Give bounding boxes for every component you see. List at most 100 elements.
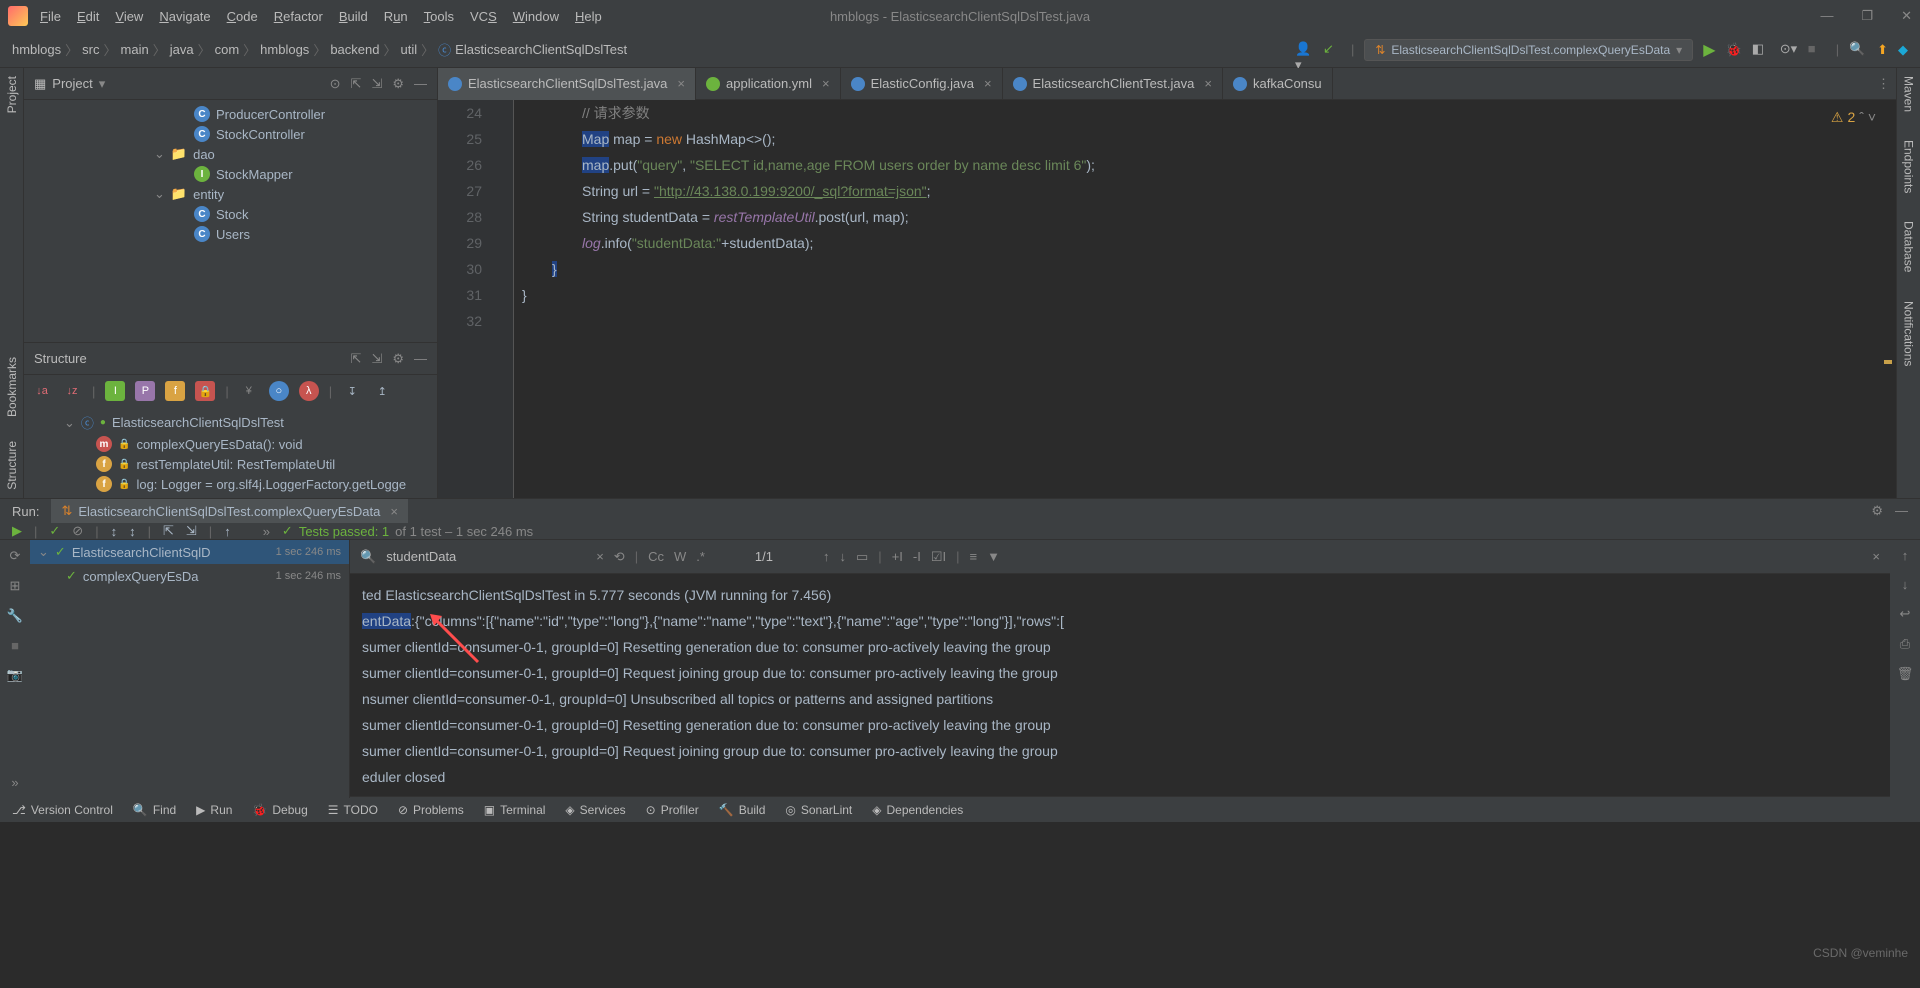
close-icon[interactable]: ✕ — [1901, 8, 1912, 24]
gear-icon[interactable]: ⚙ — [392, 76, 404, 92]
history-icon[interactable]: ⟲ — [614, 549, 625, 565]
collapse-all-icon[interactable]: ⇲ — [371, 76, 382, 92]
close-search-icon[interactable]: × — [1872, 549, 1880, 564]
menu-file[interactable]: File — [40, 9, 61, 24]
check-icon[interactable]: ✓ — [49, 523, 60, 539]
menu-refactor[interactable]: Refactor — [274, 9, 323, 24]
bc-8[interactable]: ElasticsearchClientSqlDslTest — [455, 42, 627, 57]
rail-bookmarks[interactable]: Bookmarks — [5, 357, 19, 417]
run-tab[interactable]: ⇅ElasticsearchClientSqlDslTest.complexQu… — [51, 499, 408, 523]
regex-icon[interactable]: .* — [696, 549, 705, 564]
rail-database[interactable]: Database — [1902, 221, 1916, 272]
sort-vis-icon[interactable]: ↓z — [62, 381, 82, 401]
bc-1[interactable]: src — [82, 42, 99, 57]
rail-notifications[interactable]: Notifications — [1902, 301, 1916, 366]
add-sel-icon[interactable]: +I — [892, 549, 903, 564]
tab-1[interactable]: application.yml× — [696, 68, 841, 100]
status-deps[interactable]: ◈ Dependencies — [872, 803, 963, 817]
menu-run[interactable]: Run — [384, 9, 408, 24]
tab-2[interactable]: ElasticConfig.java× — [841, 68, 1003, 100]
code-editor[interactable]: 242526 272829 303132 ⚠ 2 ˆ ˅ // 请求参数 Map… — [438, 100, 1896, 498]
test-tree[interactable]: ⌄✓ElasticsearchClientSqlD1 sec 246 ms ✓c… — [30, 540, 350, 798]
menu-navigate[interactable]: Navigate — [159, 9, 210, 24]
tab-0[interactable]: ElasticsearchClientSqlDslTest.java× — [438, 68, 696, 100]
hide-icon[interactable]: — — [414, 351, 427, 367]
debug-button[interactable]: 🐞 — [1726, 42, 1742, 58]
status-terminal[interactable]: ▣ Terminal — [484, 803, 546, 817]
expand-icon[interactable]: ⇱ — [163, 523, 174, 539]
sort-icon[interactable]: ↕ — [111, 524, 118, 539]
status-services[interactable]: ◈ Services — [565, 803, 625, 817]
hide-icon[interactable]: — — [414, 76, 427, 92]
menu-code[interactable]: Code — [227, 9, 258, 24]
clear-icon[interactable]: 🗑 — [1897, 666, 1914, 682]
bc-6[interactable]: backend — [330, 42, 379, 57]
coverage-icon[interactable]: ◧ — [1752, 41, 1770, 59]
filter-lines-icon[interactable]: ≡ — [970, 549, 978, 564]
bc-4[interactable]: com — [215, 42, 240, 57]
clear-search-icon[interactable]: × — [596, 549, 604, 564]
up-icon[interactable]: ↑ — [224, 524, 231, 539]
prev-match-icon[interactable]: ↑ — [823, 549, 830, 564]
collapse-icon[interactable]: ⇲ — [186, 523, 197, 539]
class-icon[interactable]: ○ — [269, 381, 289, 401]
console-output[interactable]: ted ElasticsearchClientSqlDslTest in 5.7… — [350, 574, 1890, 798]
rem-sel-icon[interactable]: -I — [913, 549, 921, 564]
bc-3[interactable]: java — [170, 42, 194, 57]
more-icon[interactable]: » — [11, 775, 18, 790]
sel-all-icon[interactable]: ☑I — [931, 549, 946, 565]
menu-edit[interactable]: Edit — [77, 9, 99, 24]
anon-icon[interactable]: ¥ — [239, 381, 259, 401]
bc-5[interactable]: hmblogs — [260, 42, 309, 57]
rerun-icon[interactable]: ▶ — [12, 523, 22, 539]
maximize-icon[interactable]: ❐ — [1861, 8, 1873, 24]
rerun-failed-icon[interactable]: ⟳ — [10, 548, 21, 564]
wrench-icon[interactable]: 🔧 — [7, 608, 23, 624]
rail-structure[interactable]: Structure — [5, 441, 19, 490]
autoscroll-icon[interactable]: ↧ — [342, 381, 362, 401]
select-all-icon[interactable]: ▭ — [856, 549, 868, 565]
status-todo[interactable]: ☰ TODO — [328, 803, 378, 817]
sort-alpha-icon[interactable]: ↓a — [32, 381, 52, 401]
camera-icon[interactable]: 📷 — [7, 667, 23, 683]
toggle-icon[interactable]: ⊞ — [10, 578, 21, 594]
status-run[interactable]: ▶ Run — [196, 803, 232, 817]
rail-project[interactable]: Project — [5, 76, 19, 113]
run-config-dropdown[interactable]: ⇅ ElasticsearchClientSqlDslTest.complexQ… — [1364, 39, 1693, 61]
menu-tools[interactable]: Tools — [424, 9, 454, 24]
status-build[interactable]: 🔨 Build — [719, 803, 766, 817]
menu-vcs[interactable]: VCS — [470, 9, 497, 24]
filter-icon[interactable]: ▼ — [987, 549, 1000, 564]
sort2-icon[interactable]: ↕ — [129, 524, 136, 539]
soft-wrap-icon[interactable]: ↩ — [1900, 606, 1911, 622]
menu-build[interactable]: Build — [339, 9, 368, 24]
search-icon[interactable]: 🔍 — [1849, 41, 1867, 59]
hide-run-icon[interactable]: — — [1895, 503, 1908, 519]
select-opened-icon[interactable]: ⊙ — [330, 76, 341, 92]
warnings-badge[interactable]: ⚠ 2 ˆ ˅ — [1831, 104, 1876, 130]
next-match-icon[interactable]: ↓ — [840, 549, 847, 564]
autoscroll-from-icon[interactable]: ↥ — [372, 381, 392, 401]
show-inherited-icon[interactable]: I — [105, 381, 125, 401]
stop-icon[interactable]: ■ — [1808, 41, 1826, 59]
words-icon[interactable]: W — [674, 549, 686, 564]
scroll-bottom-icon[interactable]: ↓ — [1902, 577, 1909, 592]
run-button[interactable]: ▶ — [1703, 40, 1715, 60]
user-icon[interactable]: 👤▾ — [1295, 41, 1313, 59]
show-methods-icon[interactable]: 🔒 — [195, 381, 215, 401]
toolbox-icon[interactable]: ◆ — [1898, 42, 1908, 58]
status-find[interactable]: 🔍 Find — [133, 803, 176, 817]
gear-icon[interactable]: ⚙ — [1871, 503, 1883, 519]
minimize-icon[interactable]: — — [1820, 8, 1833, 24]
tabs-more-icon[interactable]: ⋮ — [1871, 76, 1896, 92]
menu-window[interactable]: Window — [513, 9, 559, 24]
vcs-update-icon[interactable]: ↙ — [1323, 41, 1341, 59]
ide-update-icon[interactable]: ⬆ — [1877, 42, 1888, 58]
rail-maven[interactable]: Maven — [1902, 76, 1916, 112]
project-title[interactable]: ▦ Project ▾ — [34, 76, 105, 92]
gear-icon[interactable]: ⚙ — [392, 351, 404, 367]
menu-view[interactable]: View — [115, 9, 143, 24]
tab-4[interactable]: kafkaConsu — [1223, 68, 1333, 100]
status-debug[interactable]: 🐞 Debug — [252, 803, 307, 817]
stop-icon[interactable]: ■ — [11, 638, 19, 653]
